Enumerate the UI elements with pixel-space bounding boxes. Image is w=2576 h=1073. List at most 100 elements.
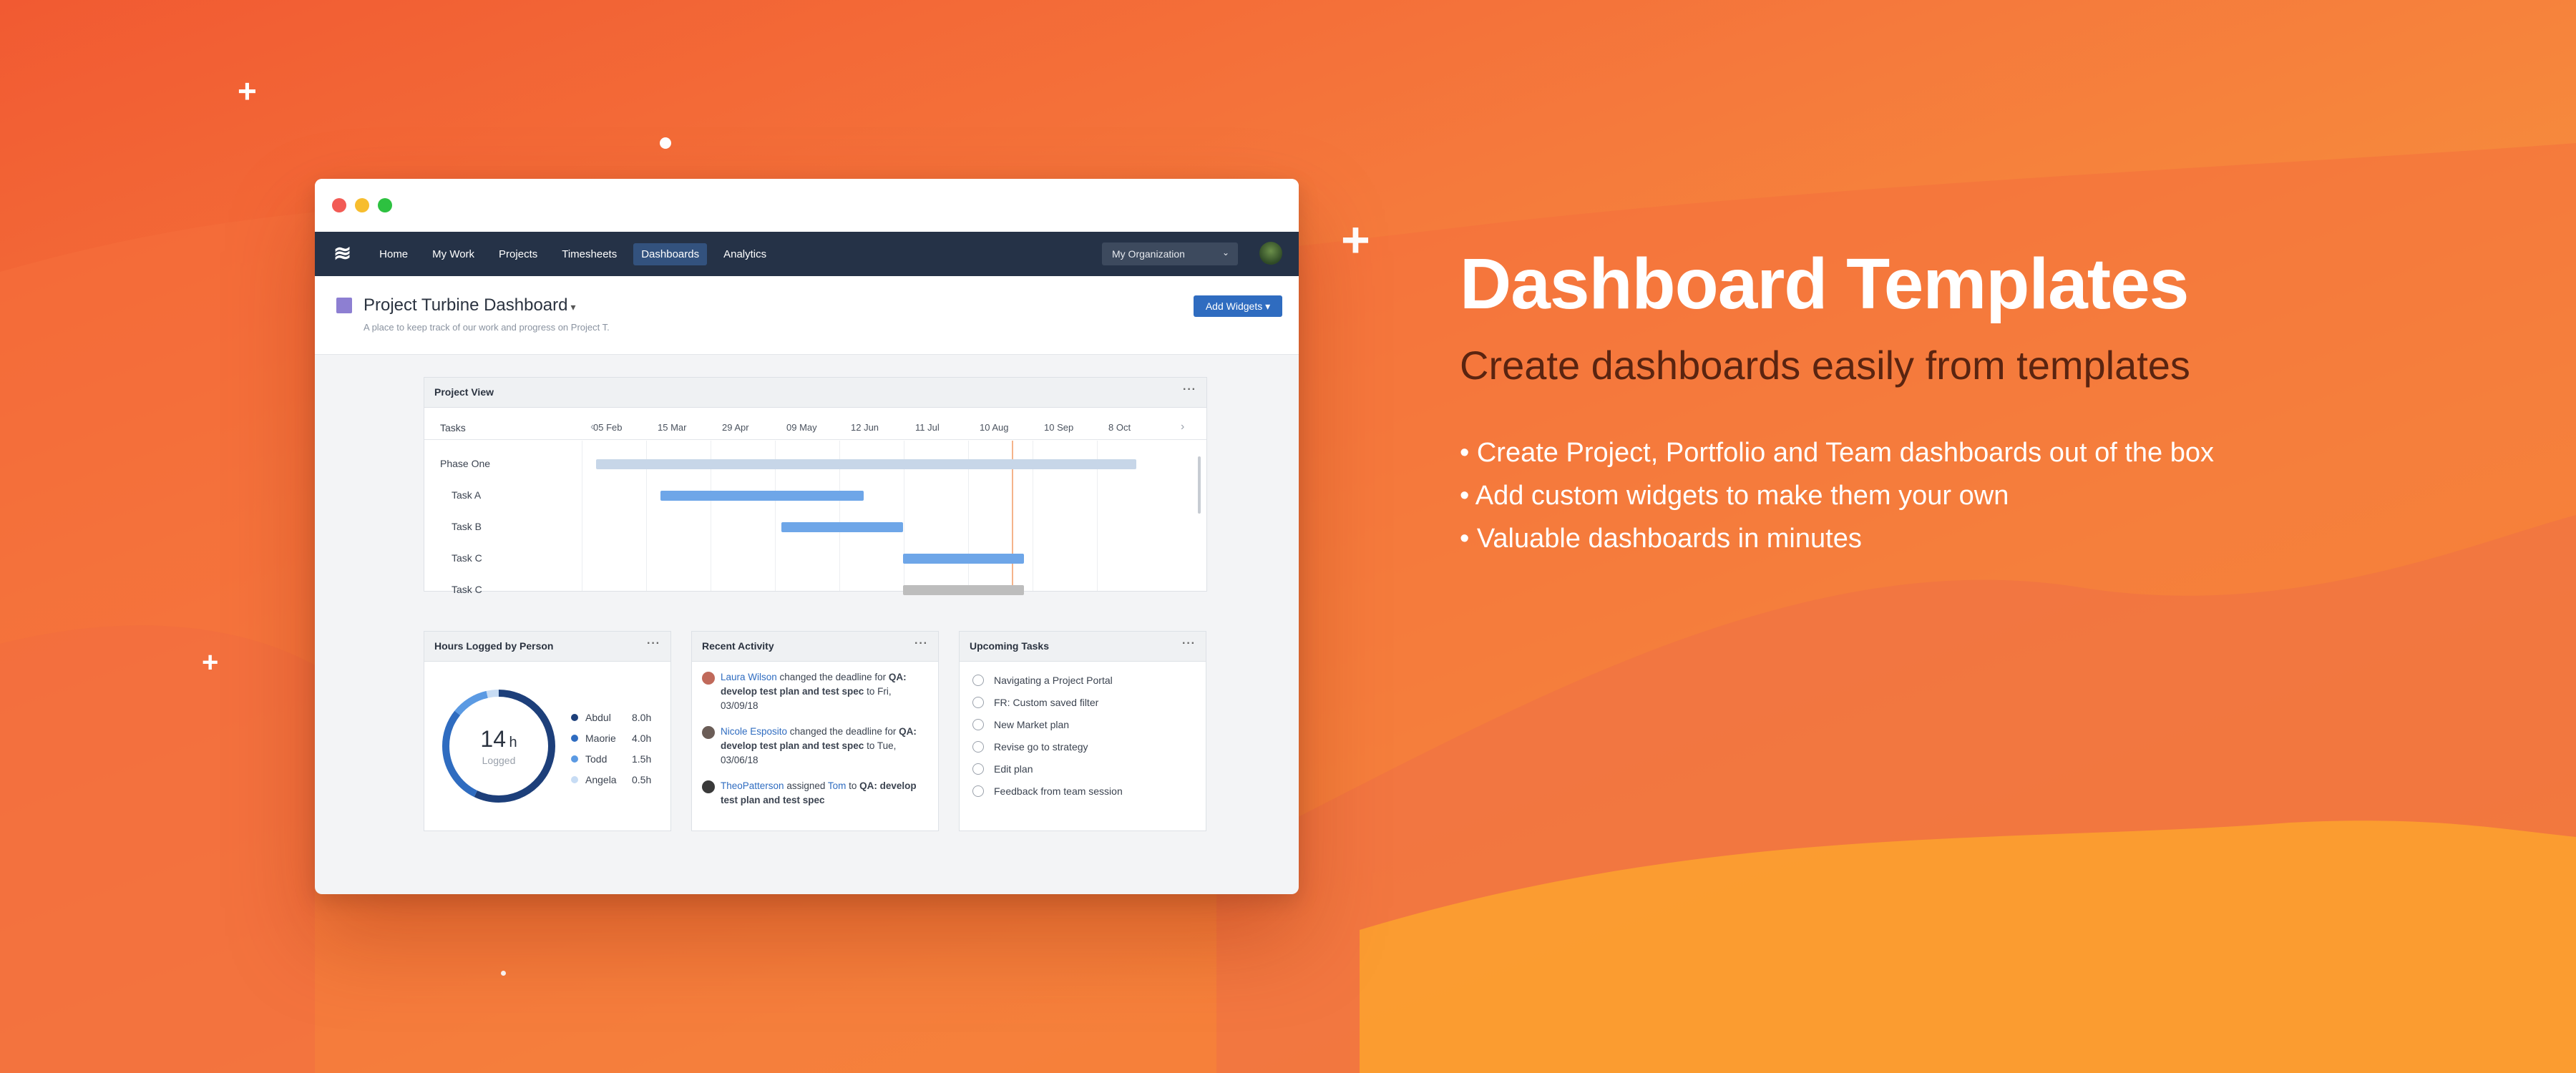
dashboard-header: Project Turbine Dashboard ▾ A place to ke… [315, 276, 1299, 355]
app-logo-icon[interactable]: ≋ [333, 243, 351, 265]
timeline-date-label: 15 Mar [658, 422, 687, 433]
task-label: Navigating a Project Portal [994, 675, 1113, 686]
maximize-window-button[interactable] [378, 198, 392, 212]
task-label: Edit plan [994, 763, 1033, 775]
widget-header: Upcoming Tasks ··· [960, 632, 1206, 662]
caret-down-icon: ▾ [570, 301, 576, 313]
timeline-date-label: 10 Aug [980, 422, 1009, 433]
activity-text: TheoPatterson assigned Tom to QA: develo… [721, 779, 924, 808]
widget-title: Project View [434, 386, 494, 398]
donut-center-value: 14 h [434, 726, 563, 753]
task-checkbox[interactable] [972, 675, 984, 686]
gantt-row-label[interactable]: Task B [452, 521, 482, 532]
user-avatar[interactable] [1259, 242, 1282, 265]
legend-name: Abdul [585, 712, 611, 723]
timeline-date-label: 10 Sep [1044, 422, 1074, 433]
close-window-button[interactable] [332, 198, 346, 212]
activity-action: to [846, 780, 860, 791]
activity-item: Nicole Esposito changed the deadline for… [702, 725, 924, 768]
task-item[interactable]: FR: Custom saved filter [972, 697, 1098, 708]
activity-text: Laura Wilson changed the deadline for QA… [721, 670, 924, 713]
widget-title: Recent Activity [702, 640, 774, 652]
legend-dot [571, 735, 578, 742]
add-widgets-button[interactable]: Add Widgets ▾ [1194, 295, 1282, 317]
task-label: Revise go to strategy [994, 741, 1088, 753]
gantt-row-label[interactable]: Task C [452, 552, 482, 564]
scrollbar[interactable] [1198, 456, 1201, 514]
widget-title: Upcoming Tasks [970, 640, 1049, 652]
task-checkbox[interactable] [972, 741, 984, 753]
sparkle-icon: + [1341, 212, 1370, 268]
timeline-date-label: 05 Feb [593, 422, 623, 433]
sparkle-icon: + [238, 72, 257, 109]
project-color-icon [336, 298, 352, 313]
hero-bullet: • Valuable dashboards in minutes [1460, 524, 1862, 554]
task-checkbox[interactable] [972, 763, 984, 775]
sparkle-dot [501, 971, 506, 976]
more-options-icon[interactable]: ··· [914, 637, 928, 650]
legend-entry: Abdul [571, 712, 611, 723]
nav-my-work[interactable]: My Work [424, 243, 482, 265]
nav-dashboards[interactable]: Dashboards [633, 242, 708, 265]
total-hours-value: 14 [480, 726, 506, 752]
recent-activity-widget: Recent Activity ··· Laura Wilson changed… [691, 631, 939, 831]
task-checkbox[interactable] [972, 785, 984, 797]
window-titlebar [315, 179, 1299, 232]
nav-timesheets[interactable]: Timesheets [554, 243, 625, 265]
gantt-bar[interactable] [781, 522, 903, 532]
more-options-icon[interactable]: ··· [647, 637, 660, 650]
divider [424, 439, 1206, 440]
timeline-date-label: 12 Jun [851, 422, 879, 433]
widget-header: Project View ··· [424, 378, 1206, 408]
gantt-row-label[interactable]: Phase One [440, 458, 490, 469]
more-options-icon[interactable]: ··· [1182, 637, 1196, 650]
nav-projects[interactable]: Projects [491, 243, 545, 265]
sparkle-dot [660, 137, 671, 149]
legend-name: Angela [585, 774, 617, 785]
dashboard-title-text: Project Turbine Dashboard [364, 295, 568, 315]
assignee-link[interactable]: Tom [828, 780, 847, 791]
user-link[interactable]: TheoPatterson [721, 780, 784, 791]
app-window: ≋ Home My Work Projects Timesheets Dashb… [315, 179, 1299, 894]
task-item[interactable]: Revise go to strategy [972, 741, 1088, 753]
user-link[interactable]: Nicole Esposito [721, 726, 787, 737]
hours-logged-widget: Hours Logged by Person ··· 14 h Logged A… [424, 631, 671, 831]
timeline-date-label: 29 Apr [722, 422, 749, 433]
timeline-date-label: 11 Jul [915, 422, 940, 433]
task-item[interactable]: New Market plan [972, 719, 1069, 730]
hero-title: Dashboard Templates [1460, 244, 2189, 324]
widget-title: Hours Logged by Person [434, 640, 554, 652]
legend-value: 0.5h [632, 774, 652, 785]
chevron-right-icon[interactable]: › [1181, 421, 1184, 433]
legend-dot [571, 755, 578, 763]
task-checkbox[interactable] [972, 719, 984, 730]
task-item[interactable]: Navigating a Project Portal [972, 675, 1113, 686]
dashboard-description: A place to keep track of our work and pr… [364, 322, 610, 333]
task-item[interactable]: Feedback from team session [972, 785, 1123, 797]
hero-bullet: • Add custom widgets to make them your o… [1460, 481, 2009, 511]
gantt-bar[interactable] [660, 491, 864, 501]
task-checkbox[interactable] [972, 697, 984, 708]
tasks-column-header: Tasks [440, 422, 466, 433]
sparkle-icon: + [202, 647, 219, 678]
avatar [702, 780, 715, 793]
more-options-icon[interactable]: ··· [1183, 383, 1196, 396]
gantt-bar[interactable] [596, 459, 1137, 469]
legend-dot [571, 776, 578, 783]
gantt-row-label[interactable]: Task A [452, 489, 481, 501]
gantt-bar[interactable] [902, 585, 1025, 595]
gantt-bar[interactable] [902, 554, 1025, 564]
hero-subtitle: Create dashboards easily from templates [1460, 343, 2190, 388]
top-navbar: ≋ Home My Work Projects Timesheets Dashb… [315, 232, 1299, 276]
legend-entry: Maorie [571, 733, 616, 744]
gantt-row-label[interactable]: Task C [452, 584, 482, 595]
minimize-window-button[interactable] [355, 198, 369, 212]
task-label: New Market plan [994, 719, 1070, 730]
nav-analytics[interactable]: Analytics [716, 243, 774, 265]
legend-dot [571, 714, 578, 721]
organization-select[interactable]: My Organization ⌄ [1102, 242, 1238, 265]
user-link[interactable]: Laura Wilson [721, 672, 777, 682]
task-item[interactable]: Edit plan [972, 763, 1033, 775]
nav-home[interactable]: Home [371, 243, 416, 265]
dashboard-title[interactable]: Project Turbine Dashboard ▾ [364, 295, 576, 315]
